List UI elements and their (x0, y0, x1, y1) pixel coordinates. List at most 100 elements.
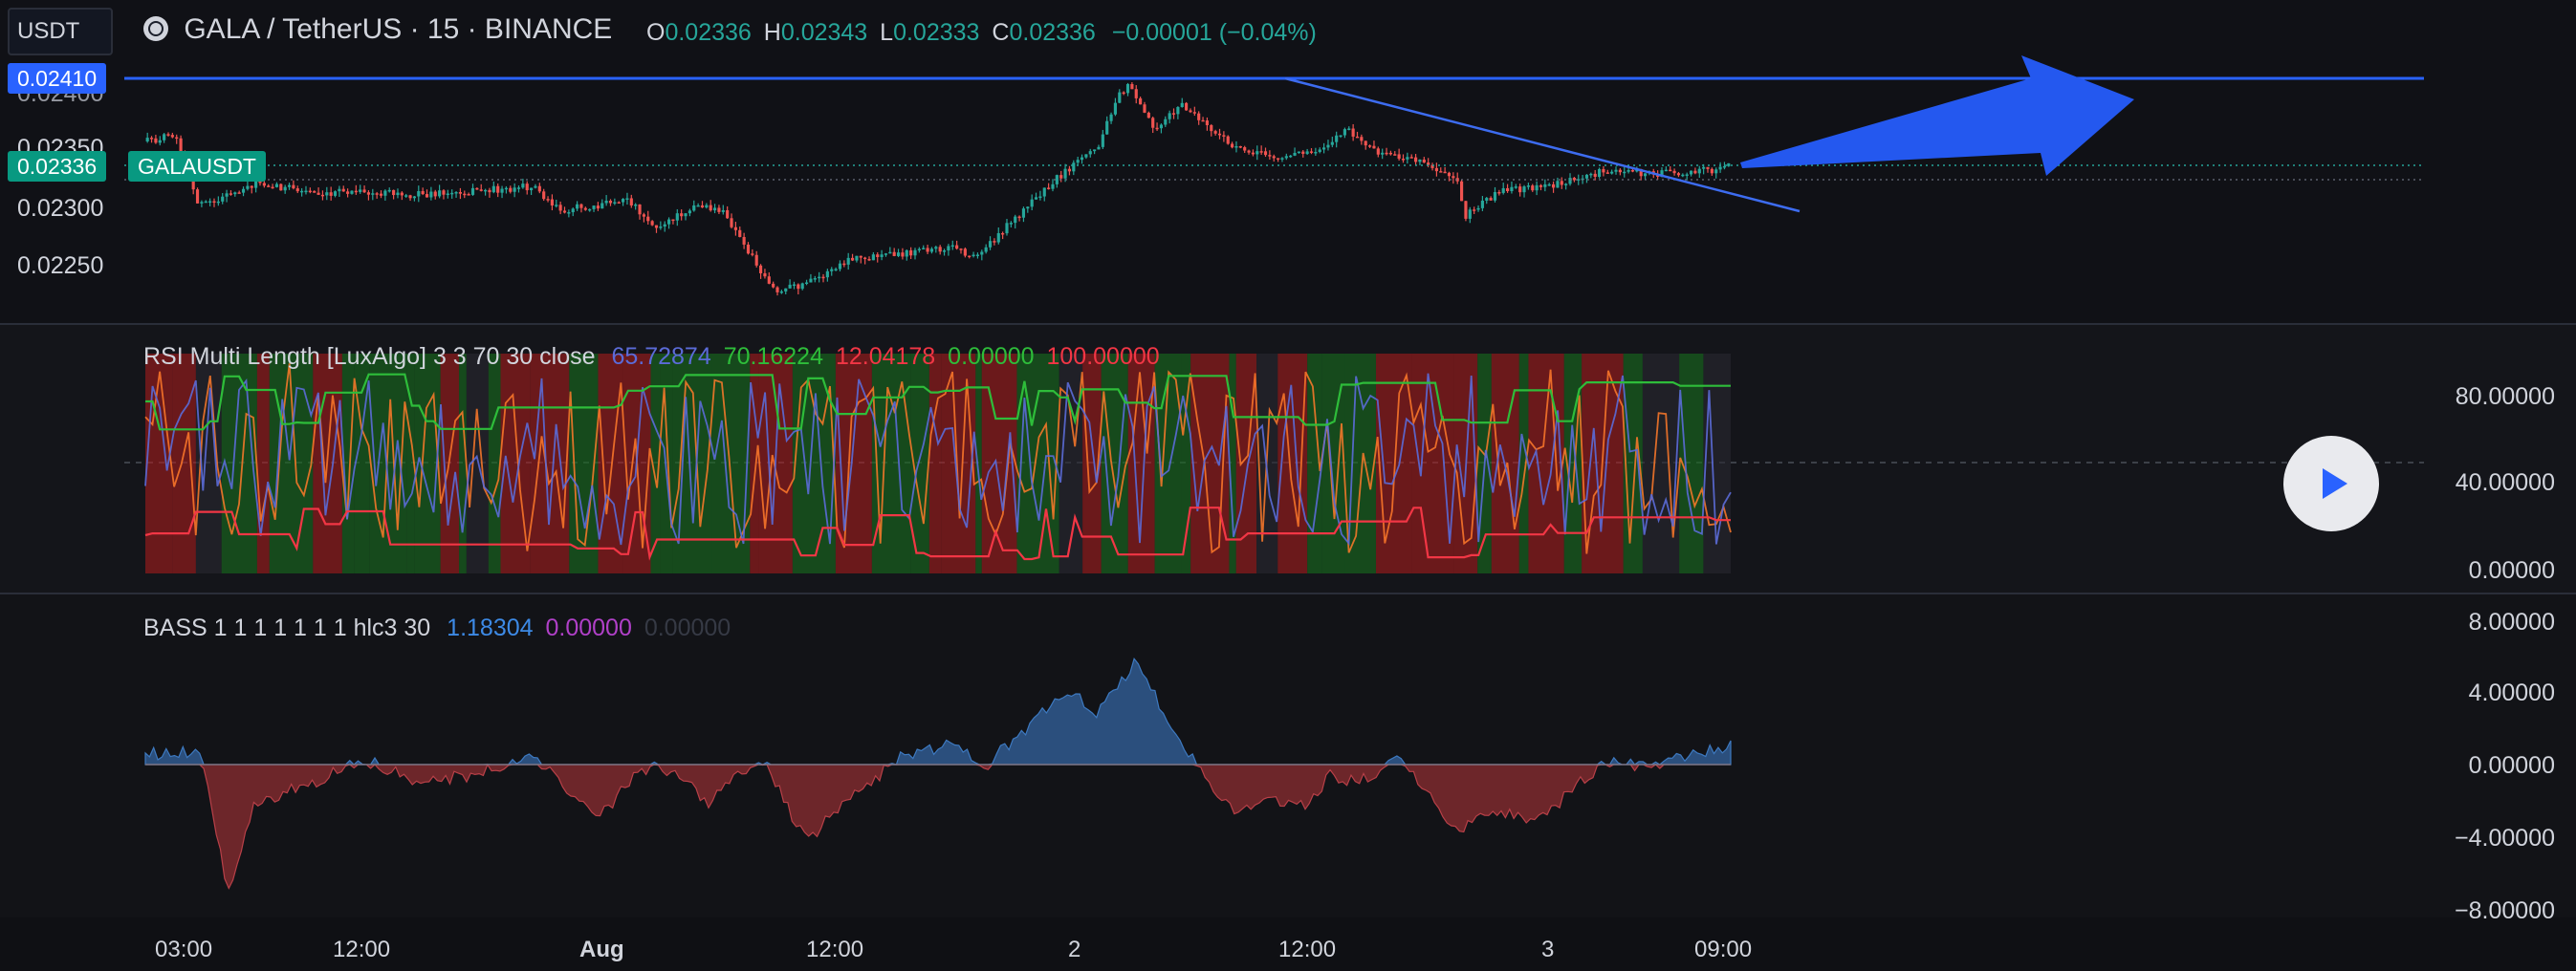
candle-body (1623, 171, 1626, 174)
candle-body (362, 189, 366, 193)
candle-body (1360, 137, 1364, 141)
rsi-value: 65.72874 (611, 343, 711, 370)
symbol-title[interactable]: GALA / TetherUS · 15 · BINANCE (143, 13, 612, 46)
candle-body (888, 251, 892, 254)
candle-body (804, 282, 809, 285)
candle-body (491, 185, 495, 193)
candle-body (387, 189, 391, 192)
candle-body (700, 205, 705, 208)
candle-body (1589, 173, 1593, 176)
candle-body (968, 255, 971, 258)
candle-body (429, 191, 433, 198)
time-axis-label: 12:00 (806, 937, 864, 962)
candle-body (1259, 151, 1263, 153)
candle-body (1518, 186, 1522, 193)
candle-body (1602, 168, 1605, 173)
candle-body (350, 190, 354, 194)
candle-body (797, 284, 800, 290)
candle-body (1185, 102, 1189, 111)
candle-body (1593, 173, 1597, 177)
candle-body (696, 205, 700, 207)
candle-body (484, 189, 488, 192)
candle-body (1051, 183, 1055, 189)
candle-body (1330, 141, 1334, 145)
candle-body (204, 201, 207, 204)
candle-body (338, 188, 341, 192)
candle-body (1618, 169, 1622, 173)
candle-body (1201, 119, 1205, 122)
candle-body (375, 193, 379, 195)
candle-body (1301, 151, 1305, 154)
candle-body (534, 185, 537, 188)
bass-indicator-legend[interactable]: BASS 1 1 1 1 1 1 1 hlc3 30 1.18304 0.000… (143, 615, 731, 642)
candle-body (408, 195, 412, 199)
candle-body (846, 257, 850, 265)
candle-body (1372, 145, 1376, 149)
candle-body (1243, 147, 1247, 151)
replay-play-button[interactable] (2283, 436, 2379, 531)
candle-body (567, 212, 571, 214)
candle-body (1468, 209, 1472, 219)
rsi-value: 100.00000 (1046, 343, 1160, 370)
candle-body (742, 236, 746, 245)
candle-body (1693, 170, 1697, 174)
candle-body (470, 187, 475, 195)
candle-body (383, 190, 387, 196)
rsi-zone (440, 354, 460, 573)
candle-body (1213, 131, 1217, 134)
candle-body (1393, 154, 1397, 156)
candle-body (1381, 152, 1385, 155)
candle-body (537, 185, 541, 192)
candle-body (1689, 170, 1693, 175)
candle-body (583, 207, 587, 210)
candle-body (379, 193, 383, 196)
candle-body (988, 241, 993, 248)
candle-body (675, 213, 679, 221)
candle-body (884, 253, 888, 255)
candle-body (1522, 186, 1526, 193)
chart-canvas[interactable] (0, 0, 2576, 971)
candle-body (1531, 185, 1535, 191)
candle-body (216, 201, 220, 204)
candle-body (576, 204, 579, 209)
symbol-search-input[interactable]: USDT (8, 8, 113, 55)
candle-body (1727, 162, 1731, 166)
candle-body (145, 138, 149, 141)
candle-body (1493, 191, 1497, 201)
candle-body (208, 201, 212, 204)
symbol-title-text: GALA / TetherUS · 15 · BINANCE (184, 13, 613, 45)
candle-body (746, 244, 751, 254)
rsi-indicator-legend[interactable]: RSI Multi Length [LuxAlgo] 3 3 70 30 clo… (143, 343, 1160, 371)
candle-body (788, 284, 792, 289)
candle-body (1409, 157, 1413, 159)
candle-body (984, 247, 988, 252)
candle-body (1192, 112, 1196, 114)
candle-body (513, 187, 516, 192)
candle-body (596, 205, 600, 209)
candle-body (1155, 127, 1159, 130)
candle-body (1263, 151, 1268, 156)
candle-body (1551, 183, 1556, 188)
exchange-logo-icon (143, 16, 168, 41)
candle-body (975, 254, 980, 256)
candle-body (1231, 143, 1234, 148)
candle-body (304, 190, 308, 193)
candle-body (1084, 154, 1088, 158)
candle-body (525, 183, 529, 191)
candle-body (1605, 172, 1609, 174)
candle-body (463, 193, 467, 196)
candle-body (1681, 174, 1685, 177)
candle-body (1597, 168, 1602, 177)
open-label: O (646, 19, 666, 46)
candle-body (955, 245, 959, 249)
high-label: H (763, 19, 781, 46)
rsi-zone (928, 354, 942, 573)
candle-body (1197, 113, 1201, 120)
candle-body (175, 137, 179, 140)
candle-body (1476, 207, 1480, 210)
candle-body (730, 218, 733, 227)
candle-body (1280, 158, 1284, 160)
horizontal-line-price-tag[interactable]: 0.02410 (8, 63, 107, 94)
rsi-zone (530, 354, 570, 573)
candle-body (1305, 151, 1309, 154)
